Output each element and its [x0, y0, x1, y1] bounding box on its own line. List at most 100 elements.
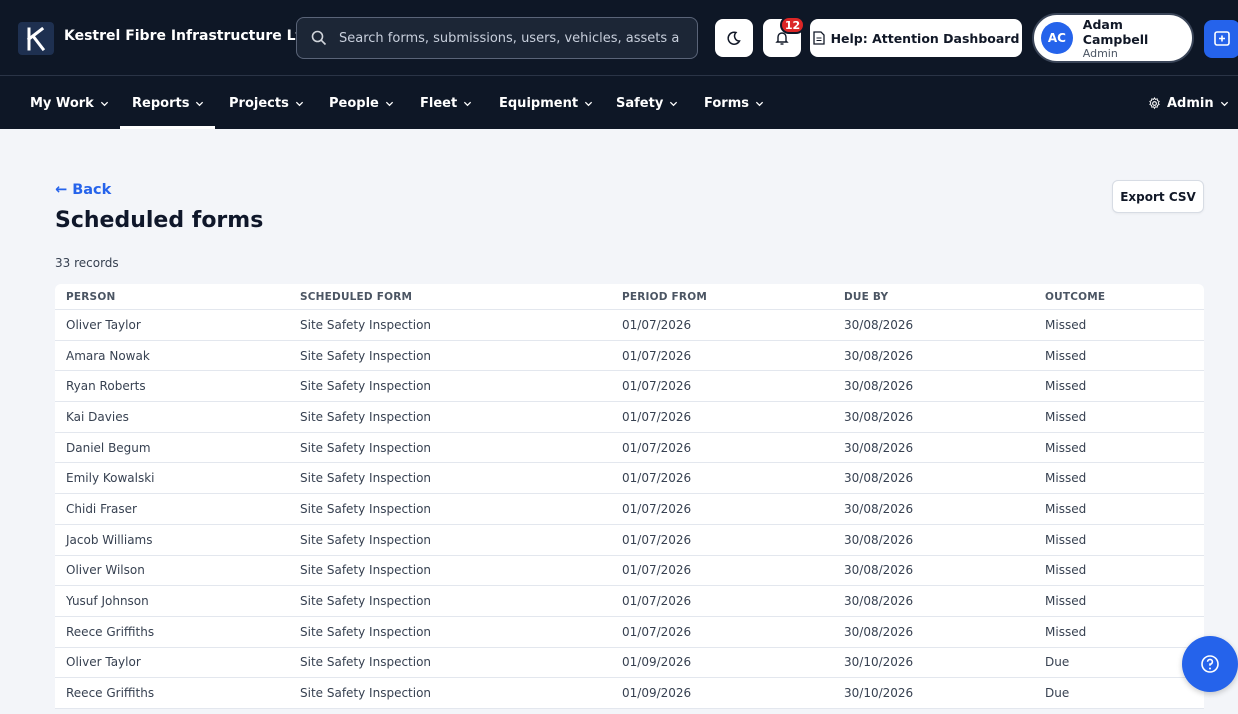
cell-scheduled-form: Site Safety Inspection	[300, 317, 432, 332]
chevron-down-icon	[295, 101, 303, 106]
cell-period-from: 01/07/2026	[622, 501, 692, 516]
table-row[interactable]: Jacob Williams Site Safety Inspection 01/0…	[55, 525, 1204, 556]
nav-people[interactable]: People	[329, 76, 394, 130]
chevron-down-icon	[464, 101, 472, 106]
global-search[interactable]	[296, 17, 698, 59]
cell-scheduled-form: Site Safety Inspection	[300, 501, 432, 516]
cell-person: Kai Davies	[66, 409, 129, 424]
table-row[interactable]: Chidi Fraser Site Safety Inspection 01/07/…	[55, 494, 1204, 525]
nav-equipment[interactable]: Equipment	[499, 76, 593, 130]
column-header-scheduled-form[interactable]: SCHEDULED FORM	[300, 284, 412, 309]
table-row[interactable]: Amara Nowak Site Safety Inspection 01/07/2…	[55, 341, 1204, 372]
column-header-period-from[interactable]: PERIOD FROM	[622, 284, 707, 309]
nav-forms[interactable]: Forms	[704, 76, 764, 130]
nav-label: My Work	[30, 95, 94, 111]
nav-reports[interactable]: Reports	[132, 76, 204, 130]
cell-scheduled-form: Site Safety Inspection	[300, 379, 432, 394]
cell-person: Oliver Taylor	[66, 317, 141, 332]
cell-outcome: Missed	[1045, 317, 1087, 332]
cell-scheduled-form: Site Safety Inspection	[300, 624, 432, 639]
cell-due-by: 30/08/2026	[844, 501, 914, 516]
nav-fleet[interactable]: Fleet	[420, 76, 472, 130]
cell-due-by: 30/08/2026	[844, 348, 914, 363]
cell-due-by: 30/08/2026	[844, 317, 914, 332]
cell-due-by: 30/08/2026	[844, 624, 914, 639]
cell-person: Reece Griffiths	[66, 686, 155, 701]
cell-period-from: 01/09/2026	[622, 655, 692, 670]
cell-due-by: 30/08/2026	[844, 471, 914, 486]
cell-person: Oliver Taylor	[66, 655, 141, 670]
table-row[interactable]: Oliver Taylor Site Safety Inspection 01/09…	[55, 648, 1204, 679]
cell-due-by: 30/08/2026	[844, 440, 914, 455]
nav-label: Safety	[616, 95, 664, 111]
new-item-button[interactable]	[1204, 20, 1238, 58]
cell-due-by: 30/08/2026	[844, 563, 914, 578]
theme-toggle-button[interactable]	[715, 19, 753, 57]
nav-label: Projects	[229, 95, 289, 111]
cell-outcome: Due	[1045, 686, 1070, 701]
search-input[interactable]	[339, 30, 679, 46]
table-row[interactable]: Reece Griffiths Site Safety Inspection 01/…	[55, 617, 1204, 648]
cell-due-by: 30/08/2026	[844, 409, 914, 424]
column-header-due-by[interactable]: DUE BY	[844, 284, 888, 309]
cell-period-from: 01/07/2026	[622, 471, 692, 486]
nav-safety[interactable]: Safety	[616, 76, 678, 130]
cell-period-from: 01/07/2026	[622, 317, 692, 332]
cell-period-from: 01/07/2026	[622, 379, 692, 394]
chevron-down-icon	[196, 101, 204, 106]
table-row[interactable]: Daniel Begum Site Safety Inspection 01/07/…	[55, 433, 1204, 464]
support-button[interactable]	[1182, 636, 1238, 692]
cell-scheduled-form: Site Safety Inspection	[300, 532, 432, 547]
cell-scheduled-form: Site Safety Inspection	[300, 471, 432, 486]
cell-scheduled-form: Site Safety Inspection	[300, 440, 432, 455]
cell-scheduled-form: Site Safety Inspection	[300, 563, 432, 578]
table-row[interactable]: Ryan Roberts Site Safety Inspection 01/07/…	[55, 371, 1204, 403]
page-title: Scheduled forms	[55, 208, 264, 233]
cell-due-by: 30/10/2026	[844, 655, 914, 670]
column-header-outcome[interactable]: OUTCOME	[1045, 284, 1105, 309]
cell-person: Amara Nowak	[66, 348, 150, 363]
nav-label: Equipment	[499, 95, 579, 111]
table-row[interactable]: Oliver Taylor Site Safety Inspection 01/07…	[55, 310, 1204, 341]
cell-scheduled-form: Site Safety Inspection	[300, 594, 432, 609]
back-link[interactable]: ← Back	[55, 182, 111, 198]
nav-label: Forms	[704, 95, 749, 111]
plus-square-icon	[1214, 31, 1230, 46]
cell-period-from: 01/07/2026	[622, 624, 692, 639]
cell-period-from: 01/09/2026	[622, 686, 692, 701]
cell-outcome: Missed	[1045, 348, 1087, 363]
table-row[interactable]: Oliver Wilson Site Safety Inspection 01/07…	[55, 556, 1204, 587]
help-button[interactable]: Help: Attention Dashboard	[810, 19, 1022, 57]
table-row[interactable]: Reece Griffiths Site Safety Inspection 01/…	[55, 678, 1204, 709]
cell-due-by: 30/10/2026	[844, 686, 914, 701]
chevron-down-icon	[584, 101, 593, 106]
cell-outcome: Missed	[1045, 501, 1087, 516]
cell-scheduled-form: Site Safety Inspection	[300, 655, 432, 670]
scheduled-forms-table: PERSON SCHEDULED FORM PERIOD FROM DUE BY…	[55, 284, 1204, 709]
nav-projects[interactable]: Projects	[229, 76, 304, 130]
help-label: Help: Attention Dashboard	[830, 30, 1020, 46]
company-name: Kestrel Fibre Infrastructure Ltd	[64, 28, 313, 44]
cell-scheduled-form: Site Safety Inspection	[300, 686, 432, 701]
cell-period-from: 01/07/2026	[622, 563, 692, 578]
cell-outcome: Due	[1045, 655, 1070, 670]
kestrel-logo-icon[interactable]	[18, 22, 54, 55]
column-header-person[interactable]: PERSON	[66, 284, 115, 309]
cell-person: Ryan Roberts	[66, 379, 146, 394]
nav-admin[interactable]: Admin	[1148, 76, 1229, 130]
nav-label: Fleet	[420, 95, 458, 111]
cell-period-from: 01/07/2026	[622, 440, 692, 455]
cell-period-from: 01/07/2026	[622, 409, 692, 424]
table-row[interactable]: Yusuf Johnson Site Safety Inspection 01/07…	[55, 586, 1204, 617]
active-nav-indicator	[120, 126, 215, 129]
cell-outcome: Missed	[1045, 563, 1087, 578]
cell-outcome: Missed	[1045, 379, 1087, 394]
nav-my-work[interactable]: My Work	[30, 76, 109, 130]
table-row[interactable]: Emily Kowalski Site Safety Inspection 01/0…	[55, 463, 1204, 495]
cell-person: Chidi Fraser	[66, 501, 137, 516]
user-menu[interactable]: AC Adam Campbell Admin	[1032, 13, 1194, 63]
export-csv-button[interactable]: Export CSV	[1112, 180, 1204, 213]
table-row[interactable]: Kai Davies Site Safety Inspection 01/07/20…	[55, 402, 1204, 433]
user-role: Admin	[1082, 46, 1118, 60]
search-icon	[311, 30, 327, 46]
